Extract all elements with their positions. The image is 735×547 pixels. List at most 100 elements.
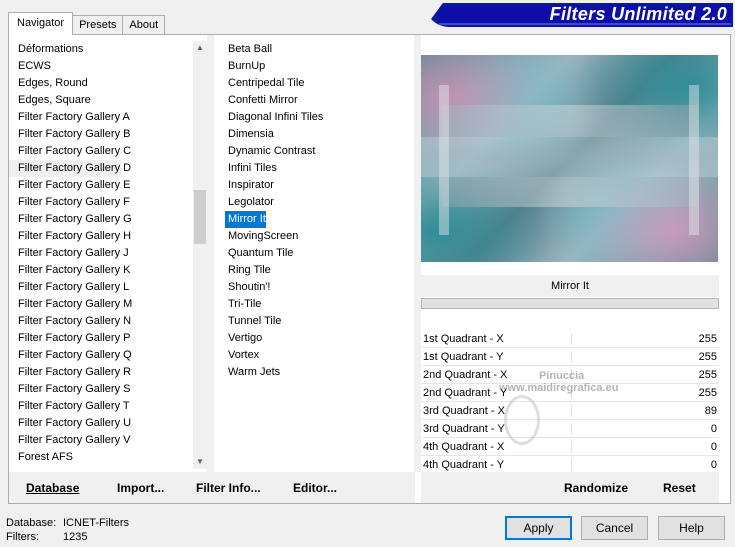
- apply-button[interactable]: Apply: [505, 516, 572, 540]
- parameter-value[interactable]: 255: [699, 366, 717, 383]
- parameter-row[interactable]: 1st Quadrant - Y 255: [421, 348, 719, 366]
- category-item[interactable]: Filter Factory Gallery L: [9, 279, 191, 296]
- editor-button[interactable]: Editor...: [293, 481, 337, 495]
- category-item[interactable]: Déformations: [9, 41, 191, 58]
- database-label: Database:: [6, 517, 57, 529]
- category-item[interactable]: Filter Factory Gallery V: [9, 432, 191, 449]
- parameter-value[interactable]: 0: [711, 438, 717, 455]
- parameter-label: 1st Quadrant - X: [423, 333, 504, 345]
- parameter-value[interactable]: 255: [699, 384, 717, 401]
- filter-item[interactable]: Dimensia: [219, 126, 414, 143]
- filter-item[interactable]: Ring Tile: [219, 262, 414, 279]
- category-item[interactable]: Filter Factory Gallery K: [9, 262, 191, 279]
- parameter-value[interactable]: 0: [711, 420, 717, 437]
- reset-button[interactable]: Reset: [663, 481, 696, 495]
- tab-presets[interactable]: Presets: [72, 15, 124, 35]
- parameter-label: 4th Quadrant - Y: [423, 459, 505, 471]
- category-item[interactable]: Filter Factory Gallery D: [9, 160, 131, 177]
- category-scrollbar[interactable]: ▲ ▼: [193, 41, 207, 469]
- parameter-row[interactable]: 3rd Quadrant - X 89: [421, 402, 719, 420]
- parameter-slider-tick[interactable]: [571, 405, 572, 417]
- category-item[interactable]: Edges, Round: [9, 75, 191, 92]
- watermark-name: Pinuccia: [539, 370, 585, 382]
- filter-item[interactable]: Vortex: [219, 347, 414, 364]
- scroll-thumb[interactable]: [194, 190, 206, 244]
- category-item[interactable]: Forest AFS: [9, 449, 191, 466]
- filter-item[interactable]: Tunnel Tile: [219, 313, 414, 330]
- category-item[interactable]: Filter Factory Gallery P: [9, 330, 191, 347]
- filter-info-button[interactable]: Filter Info...: [196, 481, 261, 495]
- category-item[interactable]: Filter Factory Gallery J: [9, 245, 191, 262]
- randomize-button[interactable]: Randomize: [564, 481, 628, 495]
- tab-navigator[interactable]: Navigator: [8, 12, 74, 35]
- category-item[interactable]: Filter Factory Gallery H: [9, 228, 191, 245]
- parameter-label: 1st Quadrant - Y: [423, 351, 504, 363]
- database-value: ICNET-Filters: [63, 517, 129, 529]
- filter-item[interactable]: Mirror It: [225, 211, 266, 228]
- parameter-label: 3rd Quadrant - Y: [423, 423, 505, 435]
- filter-item[interactable]: Legolator: [219, 194, 414, 211]
- category-item[interactable]: ECWS: [9, 58, 191, 75]
- database-button[interactable]: Database: [26, 481, 79, 495]
- parameter-row[interactable]: 4th Quadrant - X 0: [421, 438, 719, 456]
- watermark: Pinuccia www.maidiregrafica.eu: [499, 370, 618, 394]
- category-item[interactable]: Edges, Square: [9, 92, 191, 109]
- parameter-slider-tick[interactable]: [571, 351, 572, 363]
- watermark-url: www.maidiregrafica.eu: [499, 382, 619, 394]
- parameter-slider-tick[interactable]: [571, 441, 572, 453]
- filter-item[interactable]: Shoutin'!: [219, 279, 414, 296]
- filter-item[interactable]: Vertigo: [219, 330, 414, 347]
- filter-title-bar: [421, 298, 719, 309]
- parameter-slider-tick[interactable]: [571, 423, 572, 435]
- parameter-slider-tick[interactable]: [571, 459, 572, 471]
- filter-item[interactable]: Centripedal Tile: [219, 75, 414, 92]
- parameter-value[interactable]: 0: [711, 456, 717, 473]
- filters-count: 1235: [63, 531, 88, 543]
- filter-item[interactable]: Diagonal Infini Tiles: [219, 109, 414, 126]
- filters-label: Filters:: [6, 531, 39, 543]
- navigator-panel: Déformations ECWS Edges, Round Edges, Squar…: [8, 34, 731, 504]
- filter-item[interactable]: Quantum Tile: [219, 245, 414, 262]
- parameter-row[interactable]: 3rd Quadrant - Y 0: [421, 420, 719, 438]
- filter-item[interactable]: Infini Tiles: [219, 160, 414, 177]
- parameter-value[interactable]: 89: [705, 402, 717, 419]
- category-item[interactable]: Filter Factory Gallery G: [9, 211, 191, 228]
- parameter-label: 2nd Quadrant - Y: [423, 387, 508, 399]
- category-list: Déformations ECWS Edges, Round Edges, Squar…: [9, 41, 191, 466]
- filter-item[interactable]: BurnUp: [219, 58, 414, 75]
- filter-item[interactable]: MovingScreen: [219, 228, 414, 245]
- scroll-up-icon[interactable]: ▲: [193, 41, 207, 55]
- list-divider: [207, 35, 214, 472]
- parameter-value[interactable]: 255: [699, 348, 717, 365]
- filter-item[interactable]: Dynamic Contrast: [219, 143, 414, 160]
- filter-item[interactable]: Beta Ball: [219, 41, 414, 58]
- category-item[interactable]: Filter Factory Gallery E: [9, 177, 191, 194]
- app-title: Filters Unlimited 2.0: [549, 4, 727, 24]
- current-filter-name: Mirror It: [421, 275, 719, 297]
- help-button[interactable]: Help: [658, 516, 725, 540]
- category-item[interactable]: Filter Factory Gallery C: [9, 143, 191, 160]
- category-item[interactable]: Filter Factory Gallery S: [9, 381, 191, 398]
- category-item[interactable]: Filter Factory Gallery T: [9, 398, 191, 415]
- category-item[interactable]: Filter Factory Gallery B: [9, 126, 191, 143]
- parameter-row[interactable]: 1st Quadrant - X 255: [421, 330, 719, 348]
- watermark-logo: [504, 395, 540, 445]
- filter-item[interactable]: Warm Jets: [219, 364, 414, 381]
- filter-item[interactable]: Inspirator: [219, 177, 414, 194]
- parameter-value[interactable]: 255: [699, 330, 717, 347]
- category-item[interactable]: Filter Factory Gallery Q: [9, 347, 191, 364]
- import-button[interactable]: Import...: [117, 481, 164, 495]
- category-item[interactable]: Filter Factory Gallery A: [9, 109, 191, 126]
- parameter-label: 2nd Quadrant - X: [423, 369, 508, 381]
- category-item[interactable]: Filter Factory Gallery R: [9, 364, 191, 381]
- cancel-button[interactable]: Cancel: [581, 516, 648, 540]
- filter-item[interactable]: Confetti Mirror: [219, 92, 414, 109]
- filter-item[interactable]: Tri-Tile: [219, 296, 414, 313]
- category-item[interactable]: Filter Factory Gallery M: [9, 296, 191, 313]
- category-item[interactable]: Filter Factory Gallery F: [9, 194, 191, 211]
- scroll-down-icon[interactable]: ▼: [193, 455, 207, 469]
- category-item[interactable]: Filter Factory Gallery N: [9, 313, 191, 330]
- parameter-slider-tick[interactable]: [571, 333, 572, 345]
- category-item[interactable]: Filter Factory Gallery U: [9, 415, 191, 432]
- tab-about[interactable]: About: [122, 15, 166, 35]
